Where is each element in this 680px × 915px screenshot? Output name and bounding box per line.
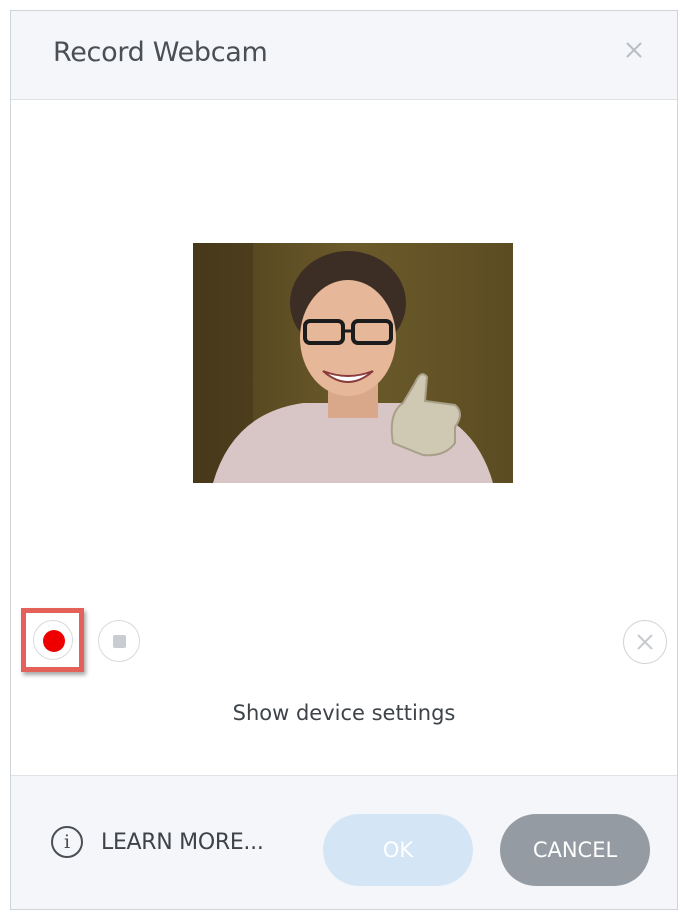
show-device-settings-link[interactable]: Show device settings bbox=[11, 701, 677, 725]
dialog-title: Record Webcam bbox=[53, 37, 268, 68]
close-icon-glyph bbox=[626, 42, 642, 58]
recording-controls bbox=[11, 608, 677, 678]
learn-more-link[interactable]: i LEARN MORE... bbox=[51, 826, 264, 858]
info-icon: i bbox=[51, 826, 83, 858]
webcam-preview bbox=[193, 243, 513, 483]
record-icon bbox=[43, 630, 65, 652]
record-webcam-dialog: Record Webcam Show device settings i LEA… bbox=[10, 10, 678, 910]
dialog-header: Record Webcam bbox=[11, 11, 677, 100]
close-icon[interactable] bbox=[619, 37, 649, 67]
ok-button[interactable]: OK bbox=[323, 814, 473, 886]
stop-button[interactable] bbox=[98, 620, 140, 662]
webcam-image bbox=[193, 243, 513, 483]
discard-button[interactable] bbox=[623, 620, 667, 664]
discard-icon bbox=[637, 634, 653, 650]
dialog-footer: i LEARN MORE... OK CANCEL bbox=[11, 775, 677, 909]
cancel-button[interactable]: CANCEL bbox=[500, 814, 650, 886]
record-button[interactable] bbox=[33, 620, 73, 660]
stop-icon bbox=[113, 635, 126, 648]
learn-more-label: LEARN MORE... bbox=[101, 829, 264, 855]
